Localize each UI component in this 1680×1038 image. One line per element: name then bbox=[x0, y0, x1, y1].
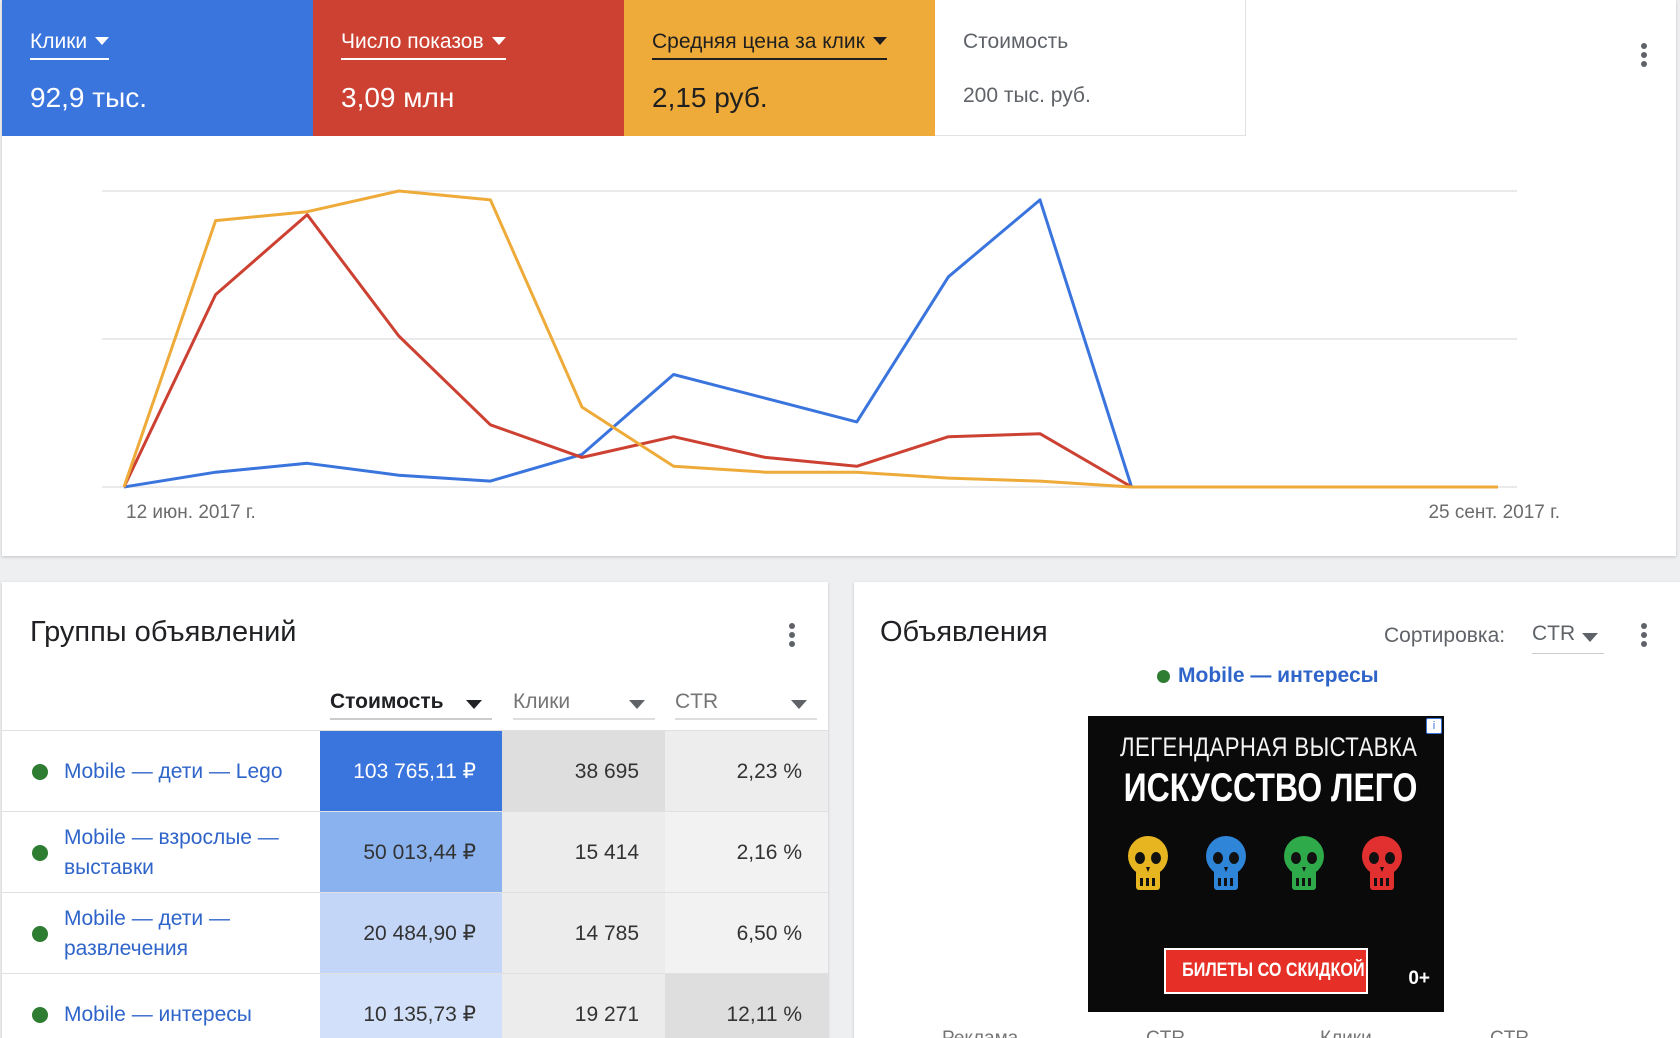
table-row: Mobile — дети — Lego 103 765,11 ₽ 38 695… bbox=[2, 730, 828, 812]
status-dot-icon bbox=[32, 1007, 48, 1023]
ads-card: Объявления Сортировка: CTR Mobile — инте… bbox=[854, 582, 1680, 1038]
skull-icon bbox=[1362, 836, 1402, 890]
sort-dropdown[interactable]: CTR bbox=[1532, 622, 1604, 654]
adchoices-icon[interactable]: i bbox=[1426, 718, 1442, 734]
table-row: Mobile — дети — развлечения 20 484,90 ₽ 1… bbox=[2, 892, 828, 974]
table-row: Mobile — взрослые — выставки 50 013,44 ₽ … bbox=[2, 811, 828, 893]
ads-column-header[interactable]: Клики bbox=[1320, 1028, 1372, 1038]
ad-group-name-cell: Mobile — дети — Lego bbox=[2, 731, 320, 812]
status-dot-icon bbox=[32, 764, 48, 780]
ad-group-name-cell: Mobile — интересы bbox=[2, 974, 320, 1038]
column-header-ctr[interactable]: CTR bbox=[675, 686, 817, 720]
ad-group-link[interactable]: Mobile — взрослые — выставки bbox=[64, 823, 279, 883]
ctr-cell: 2,23 % bbox=[665, 731, 828, 812]
ad-cta-button[interactable]: БИЛЕТЫ СО СКИДКОЙ bbox=[1164, 948, 1368, 994]
column-label: Клики bbox=[513, 690, 571, 713]
ad-preview-banner[interactable]: i ЛЕГЕНДАРНАЯ ВЫСТАВКА ИСКУССТВО ЛЕГО БИ… bbox=[1088, 716, 1444, 1012]
series-line bbox=[122, 213, 1498, 489]
age-rating-badge: 0+ bbox=[1408, 968, 1430, 989]
cost-cell: 10 135,73 ₽ bbox=[320, 974, 502, 1038]
ad-group-label: Mobile — интересы bbox=[1178, 664, 1379, 687]
ad-group-link[interactable]: Mobile — дети — развлечения bbox=[64, 904, 230, 964]
clicks-cell: 38 695 bbox=[502, 731, 665, 812]
ad-headline-2: ИСКУССТВО ЛЕГО bbox=[1123, 766, 1418, 810]
ctr-cell: 12,11 % bbox=[665, 974, 828, 1038]
skull-icon bbox=[1128, 836, 1168, 890]
cost-cell: 20 484,90 ₽ bbox=[320, 893, 502, 974]
dropdown-caret-icon bbox=[1582, 633, 1598, 642]
ad-group-name-cell: Mobile — дети — развлечения bbox=[2, 893, 320, 974]
cost-cell: 50 013,44 ₽ bbox=[320, 812, 502, 893]
sort-caret-icon bbox=[466, 700, 482, 709]
skull-icon bbox=[1206, 836, 1246, 890]
ad-group-link[interactable]: Mobile — дети — Lego bbox=[64, 757, 283, 787]
ad-headline-1: ЛЕГЕНДАРНАЯ ВЫСТАВКА bbox=[1120, 732, 1418, 762]
ad-group-link[interactable]: Mobile — интересы bbox=[1157, 664, 1379, 688]
more-options-icon[interactable] bbox=[780, 620, 804, 650]
performance-card: Клики 92,9 тыс. Число показов 3,09 млн С… bbox=[2, 0, 1676, 556]
ads-column-header[interactable]: CTR bbox=[1490, 1028, 1529, 1038]
column-header-cost[interactable]: Стоимость bbox=[330, 686, 492, 720]
table-row: Mobile — интересы 10 135,73 ₽ 19 271 12,… bbox=[2, 973, 828, 1038]
card-title: Группы объявлений bbox=[30, 616, 297, 648]
more-options-icon[interactable] bbox=[1632, 620, 1656, 650]
x-axis-start-label: 12 июн. 2017 г. bbox=[126, 502, 256, 523]
sort-caret-icon bbox=[791, 700, 807, 709]
sort-caret-icon bbox=[629, 700, 645, 709]
ad-group-link[interactable]: Mobile — интересы bbox=[64, 1000, 252, 1030]
cost-cell: 103 765,11 ₽ bbox=[320, 731, 502, 812]
ctr-cell: 6,50 % bbox=[665, 893, 828, 974]
x-axis-end-label: 25 сент. 2017 г. bbox=[1428, 502, 1560, 523]
column-header-clicks[interactable]: Клики bbox=[513, 686, 655, 720]
ctr-cell: 2,16 % bbox=[665, 812, 828, 893]
column-label: CTR bbox=[675, 690, 719, 713]
ad-group-name-cell: Mobile — взрослые — выставки bbox=[2, 812, 320, 893]
skull-icon bbox=[1284, 836, 1324, 890]
status-dot-icon bbox=[32, 845, 48, 861]
column-label: Стоимость bbox=[330, 690, 444, 713]
card-title: Объявления bbox=[880, 616, 1048, 648]
sort-label: Сортировка: bbox=[1384, 624, 1506, 647]
status-dot-icon bbox=[32, 926, 48, 942]
ad-groups-card: Группы объявлений Стоимость Клики CTR Mo… bbox=[2, 582, 828, 1038]
status-dot-icon bbox=[1157, 669, 1170, 683]
ads-column-header[interactable]: Реклама bbox=[942, 1028, 1018, 1038]
line-chart bbox=[102, 189, 1517, 489]
ads-column-header[interactable]: CTR bbox=[1146, 1028, 1185, 1038]
sort-value: CTR bbox=[1532, 622, 1576, 645]
clicks-cell: 14 785 bbox=[502, 893, 665, 974]
clicks-cell: 15 414 bbox=[502, 812, 665, 893]
clicks-cell: 19 271 bbox=[502, 974, 665, 1038]
